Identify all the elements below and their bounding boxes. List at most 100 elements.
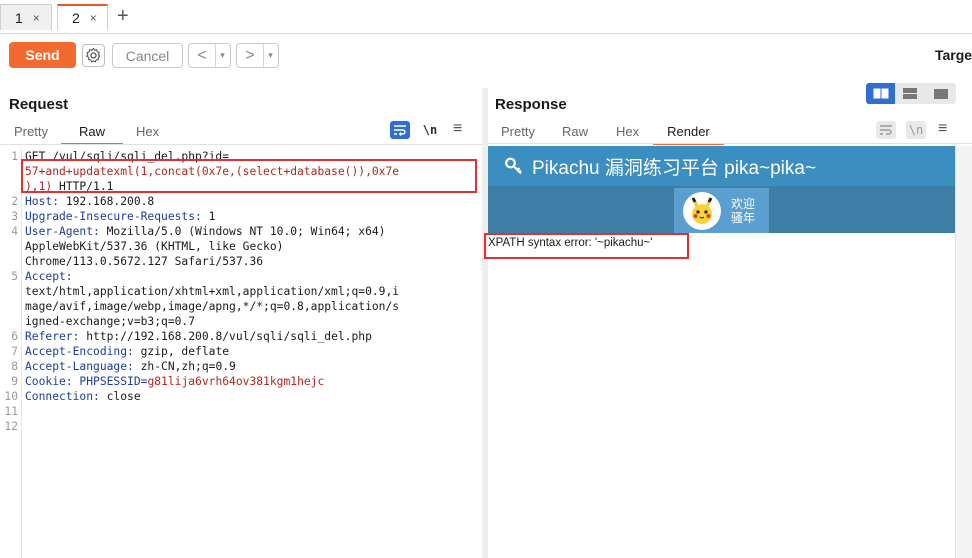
site-title: Pikachu 漏洞练习平台 pika~pika~ xyxy=(532,157,817,179)
welcome-line: 骚年 xyxy=(731,210,756,225)
forward-button[interactable]: > ▾ xyxy=(236,43,279,68)
welcome-line: 欢迎 xyxy=(731,196,756,211)
wrap-lines-button[interactable] xyxy=(876,121,896,139)
line-number: 3 xyxy=(11,210,18,223)
repeater-tab-2[interactable]: 2 × xyxy=(57,4,108,30)
request-line: text/html,application/xhtml+xml,applicat… xyxy=(25,284,399,299)
request-line: Accept-Language: zh-CN,zh;q=0.9 xyxy=(25,359,236,374)
single-pane-icon xyxy=(933,89,948,99)
add-tab-icon[interactable]: + xyxy=(117,5,129,27)
back-button[interactable]: < ▾ xyxy=(188,43,231,68)
line-number: 2 xyxy=(11,195,18,208)
request-line: User-Agent: Mozilla/5.0 (Windows NT 10.0… xyxy=(25,224,385,239)
tabs-layout-button[interactable] xyxy=(925,83,956,104)
settings-button[interactable] xyxy=(82,44,105,67)
tab-label: 2 xyxy=(72,10,80,26)
columns-icon xyxy=(873,88,888,99)
request-line: Referer: http://192.168.200.8/vul/sqli/s… xyxy=(25,329,372,344)
chevron-down-icon[interactable]: ▾ xyxy=(263,44,277,67)
header-name: Upgrade-Insecure-Requests: xyxy=(25,210,202,223)
response-view-tabs: Pretty Raw Hex Render xyxy=(488,122,724,145)
repeater-toolbar: Send Cancel < ▾ > ▾ Targe xyxy=(0,35,972,77)
line-text: AppleWebKit/537.36 (KHTML, like Gecko) xyxy=(25,240,284,253)
cookie-name: PHPSESSID xyxy=(72,375,141,388)
layout-switcher xyxy=(866,83,956,104)
injection-highlight-box xyxy=(21,159,477,193)
request-line: Cookie: PHPSESSID=g81lija6vrh64ov381kgm1… xyxy=(25,374,324,389)
header-value: Mozilla/5.0 (Windows NT 10.0; Win64; x64… xyxy=(99,225,386,238)
split-horizontal-layout-button[interactable] xyxy=(866,83,895,104)
line-text: Chrome/113.0.5672.127 Safari/537.36 xyxy=(25,255,264,268)
wrap-icon xyxy=(394,125,406,136)
line-number: 12 xyxy=(4,420,18,433)
request-view-tabs: Pretty Raw Hex xyxy=(1,122,172,145)
cancel-button[interactable]: Cancel xyxy=(112,43,183,68)
header-name: Referer: xyxy=(25,330,80,343)
request-line: Host: 192.168.200.8 xyxy=(25,194,154,209)
request-line: Accept: xyxy=(25,269,73,284)
request-line: igned-exchange;v=b3;q=0.7 xyxy=(25,314,195,329)
line-number: 7 xyxy=(11,345,18,358)
line-number: 10 xyxy=(4,390,18,403)
menu-icon[interactable]: ≡ xyxy=(453,120,462,138)
site-header: Pikachu 漏洞练习平台 pika~pika~ xyxy=(488,146,955,186)
header-name: User-Agent: xyxy=(25,225,100,238)
header-value: zh-CN,zh;q=0.9 xyxy=(133,360,236,373)
avatar xyxy=(683,191,721,230)
user-badge[interactable]: 欢迎 骚年 xyxy=(674,188,769,233)
repeater-tab-strip: 1 × 2 × + xyxy=(0,0,972,34)
response-title: Response xyxy=(495,96,567,113)
line-number: 11 xyxy=(4,405,18,418)
header-name: Accept-Encoding: xyxy=(25,345,134,358)
split-vertical-layout-button[interactable] xyxy=(895,83,925,104)
line-number: 4 xyxy=(11,225,18,238)
header-value: close xyxy=(99,390,141,403)
header-value: http://192.168.200.8/vul/sqli/sqli_del.p… xyxy=(79,330,372,343)
tab-raw[interactable]: Raw xyxy=(60,122,123,145)
line-number: 8 xyxy=(11,360,18,373)
line-number: 6 xyxy=(11,330,18,343)
tab-pretty[interactable]: Pretty xyxy=(1,122,61,144)
menu-icon[interactable]: ≡ xyxy=(938,120,947,138)
request-line: mage/avif,image/webp,image/apng,*/*;q=0.… xyxy=(25,299,399,314)
request-editor[interactable]: 1 GET /vul/sqli/sqli_del.php?id= 57+and+up… xyxy=(0,144,482,558)
show-newlines-button[interactable]: \n xyxy=(420,121,440,139)
tab-hex[interactable]: Hex xyxy=(123,122,172,144)
chevron-down-icon[interactable]: ▾ xyxy=(215,44,229,67)
target-label[interactable]: Targe xyxy=(935,47,972,63)
header-name: Host: xyxy=(25,195,60,208)
tab-render[interactable]: Render xyxy=(653,122,724,145)
pikachu-avatar-icon xyxy=(691,196,713,224)
line-number: 1 xyxy=(11,150,18,163)
header-name: Connection: xyxy=(25,390,100,403)
rows-icon xyxy=(903,88,917,99)
send-button[interactable]: Send xyxy=(9,42,76,68)
line-text: mage/avif,image/webp,image/apng,*/*;q=0.… xyxy=(25,300,400,313)
request-line: Chrome/113.0.5672.127 Safari/537.36 xyxy=(25,254,263,269)
repeater-tab-1[interactable]: 1 × xyxy=(0,4,52,30)
welcome-text: 欢迎 骚年 xyxy=(731,197,755,225)
wrap-lines-button[interactable] xyxy=(390,121,410,139)
wrap-icon xyxy=(880,125,892,135)
request-line: Connection: close xyxy=(25,389,141,404)
gear-icon xyxy=(86,47,101,63)
header-value: gzip, deflate xyxy=(133,345,230,358)
chevron-right-icon: > xyxy=(245,46,255,64)
tab-raw[interactable]: Raw xyxy=(548,122,602,144)
show-newlines-button[interactable]: \n xyxy=(906,121,926,139)
tab-pretty[interactable]: Pretty xyxy=(488,122,548,144)
render-view: Pikachu 漏洞练习平台 pika~pika~ 欢迎 骚年 XPATH sy… xyxy=(488,146,955,558)
request-line: Accept-Encoding: gzip, deflate xyxy=(25,344,229,359)
tab-close-icon[interactable]: × xyxy=(33,11,40,25)
header-value: 192.168.200.8 xyxy=(59,195,155,208)
line-number: 9 xyxy=(11,375,18,388)
chevron-left-icon: < xyxy=(197,46,207,64)
request-line: AppleWebKit/537.36 (KHTML, like Gecko) xyxy=(25,239,283,254)
tab-label: 1 xyxy=(15,9,23,26)
render-scrollbar[interactable] xyxy=(955,146,972,558)
error-highlight-box xyxy=(484,233,689,259)
tab-close-icon[interactable]: × xyxy=(90,11,97,25)
header-name: Accept: xyxy=(25,270,73,283)
tab-hex[interactable]: Hex xyxy=(602,122,653,144)
response-tab-separator xyxy=(488,143,972,144)
